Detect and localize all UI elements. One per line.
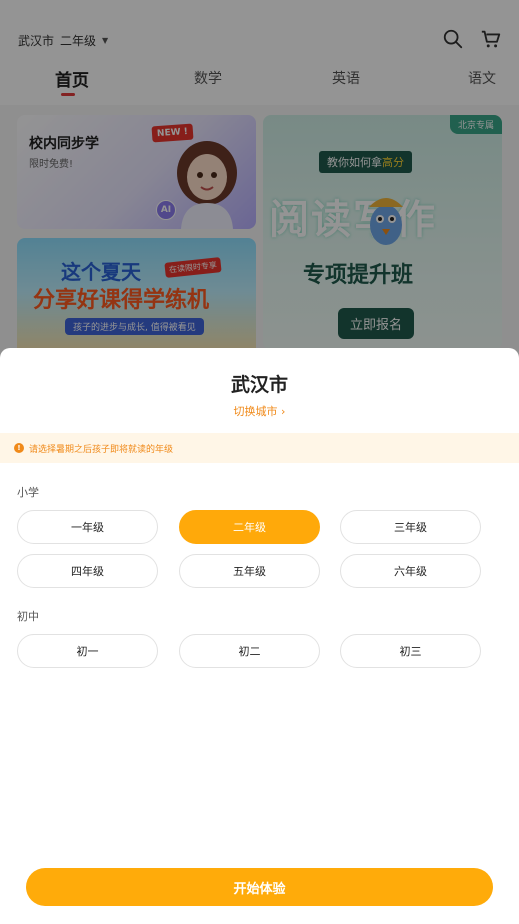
section-primary-label: 小学 — [17, 486, 39, 499]
switch-city-link[interactable]: 切换城市 › — [0, 403, 519, 419]
grade-option-junior-1[interactable]: 初一 — [17, 634, 158, 668]
switch-city-label: 切换城市 — [233, 405, 278, 418]
grade-option-junior-3[interactable]: 初三 — [340, 634, 481, 668]
section-junior-label: 初中 — [17, 610, 39, 623]
grade-option-4[interactable]: 四年级 — [17, 554, 158, 588]
grade-option-6[interactable]: 六年级 — [340, 554, 481, 588]
grade-option-junior-2[interactable]: 初二 — [179, 634, 320, 668]
chevron-right-icon: › — [281, 405, 286, 418]
start-experience-button[interactable]: 开始体验 — [26, 868, 493, 906]
grade-option-1[interactable]: 一年级 — [17, 510, 158, 544]
grade-selection-sheet: 武汉市 切换城市 › ! 请选择暑期之后孩子即将就读的年级 小学 一年级 二年级… — [0, 348, 519, 924]
notice-text: 请选择暑期之后孩子即将就读的年级 — [29, 444, 174, 455]
grade-option-3[interactable]: 三年级 — [340, 510, 481, 544]
sheet-city-title: 武汉市 — [230, 374, 288, 396]
grade-option-5[interactable]: 五年级 — [179, 554, 320, 588]
grade-option-2-selected[interactable]: 二年级 — [179, 510, 320, 544]
notice-bar: ! 请选择暑期之后孩子即将就读的年级 — [0, 433, 519, 463]
warning-icon: ! — [14, 443, 24, 453]
